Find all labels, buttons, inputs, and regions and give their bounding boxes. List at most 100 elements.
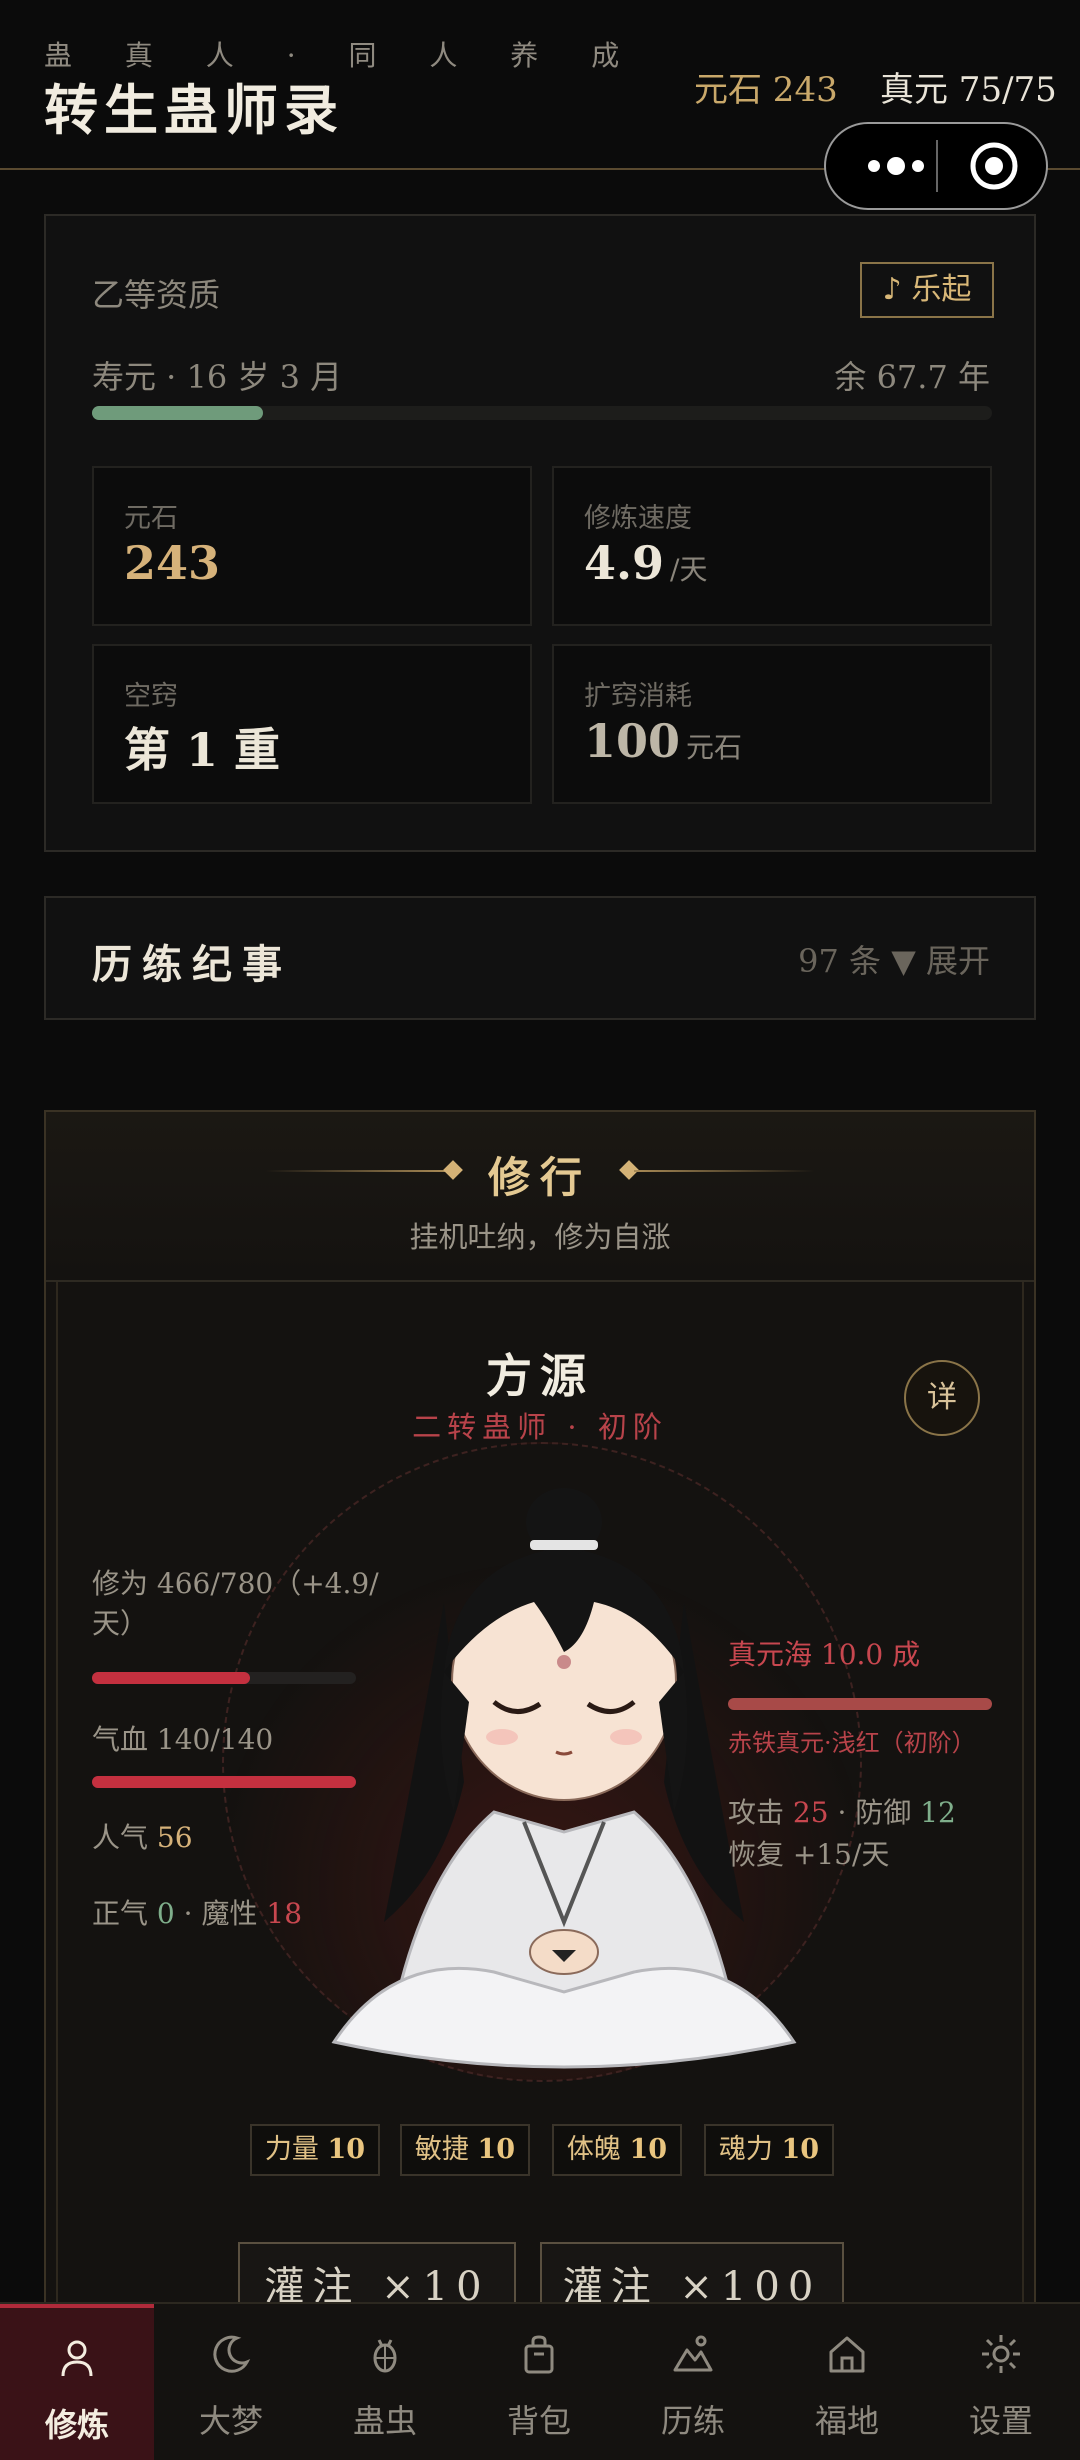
recovery-stat: 恢复 +15/天 [728,1838,890,1871]
lifespan-bar-fill [92,406,263,420]
hp-bar [92,1776,356,1788]
gear-icon [982,2335,1020,2373]
attribute-value: 10 [327,2134,366,2165]
tab-label: 大梦 [198,2402,263,2440]
tab-bag[interactable]: 背包 [462,2304,616,2460]
righteous-value: 0 [156,1897,175,1930]
stat-unit: 元石 [686,731,743,764]
lifespan-text: 寿元 · 16 岁 3 月 [92,358,343,396]
stone-counter: 元石 243 [694,70,838,110]
stat-number: 100 [584,714,681,768]
popularity-label: 人气 [92,1821,149,1854]
stat-label: 修炼速度 [584,503,692,534]
section-subtitle: 挂机吐纳，修为自涨 [409,1220,671,1254]
stat-value: 第 1 重 [124,714,280,780]
tab-adventure[interactable]: 历练 [616,2304,770,2460]
stat-value: 243 [124,536,220,590]
attribute-name: 力量 [264,2134,319,2165]
stat-stone: 元石 243 [92,466,532,626]
journal-card[interactable]: 历练纪事 97 条 ▼ 展开 [44,896,1036,1020]
section-title: 修行 [487,1153,592,1202]
tab-label: 蛊虫 [352,2402,417,2440]
stat-number: 4.9 [584,536,665,590]
stat-expand-cost: 扩窍消耗 100 元石 [552,644,992,804]
demonic-label: 魔性 [201,1897,258,1930]
tab-label: 背包 [506,2402,571,2440]
profile-card: 乙等资质 ♪ 乐起 寿元 · 16 岁 3 月 余 67.7 年 元石 243 … [44,214,1036,852]
defense-label: 防御 [855,1796,912,1829]
bottom-tab-bar: 修炼 大梦 蛊虫 背包 历练 福地 设置 [0,2302,1080,2460]
journal-title: 历练纪事 [92,941,292,988]
person-icon [61,2340,93,2377]
cultivation-header: 修行 挂机吐纳，修为自涨 [46,1112,1034,1282]
stat-label: 空窍 [124,681,178,712]
attribute-value: 10 [629,2134,668,2165]
miniprogram-capsule [824,122,1048,210]
attribute-soul[interactable]: 魂力 10 [704,2124,834,2176]
attribute-name: 敏捷 [414,2134,469,2165]
attack-label: 攻击 [728,1796,785,1829]
mountain-icon [673,2335,713,2372]
stat-value: 100 元石 [584,714,742,768]
tab-label: 修炼 [44,2406,109,2444]
app-title: 转生蛊师录 [44,78,344,142]
moon-icon [213,2335,251,2373]
stat-label: 元石 [124,503,178,534]
qi-counter: 真元 75/75 [880,70,1057,110]
essence-type: 赤铁真元·浅红（初阶） [728,1729,976,1757]
cultivation-bar [92,1672,356,1684]
defense-value: 12 [920,1796,956,1829]
home-icon [829,2336,865,2373]
cultivation-progress-text: 修为 466/780（+4.9/天） [92,1567,379,1640]
essence-sea-bar [728,1698,992,1710]
journal-expand-toggle[interactable]: 97 条 ▼ 展开 [798,936,990,982]
stat-unit: /天 [670,553,708,586]
attribute-name: 体魄 [566,2134,621,2165]
stat-number: 243 [124,536,221,590]
more-icon[interactable] [856,124,936,208]
capsule-divider [936,140,938,192]
attribute-value: 10 [477,2134,516,2165]
stat-aperture: 空窍 第 1 重 [92,644,532,804]
tab-label: 历练 [660,2402,725,2440]
tab-dream[interactable]: 大梦 [154,2304,308,2460]
attribute-name: 魂力 [718,2134,773,2165]
attribute-value: 10 [781,2134,820,2165]
music-button[interactable]: ♪ 乐起 [860,262,994,318]
attribute-agility[interactable]: 敏捷 10 [400,2124,530,2176]
popularity-stat: 人气 56 [92,1818,193,1858]
cultivation-card: 修行 挂机吐纳，修为自涨 方源 二转蛊师 · 初阶 详 修为 466/780（+… [44,1110,1036,2332]
remaining-life: 余 67.7 年 [834,358,990,396]
bug-icon [373,2339,397,2373]
alignment-stat: 正气 0 · 魔性 18 [92,1897,303,1930]
tab-cultivate[interactable]: 修炼 [0,2304,154,2460]
stat-label: 扩窍消耗 [584,681,692,712]
hp-bar-fill [92,1776,356,1788]
essence-sea-text: 真元海 10.0 成 [728,1638,921,1671]
talent-quality: 乙等资质 [92,276,221,314]
stat-speed: 修炼速度 4.9/天 [552,466,992,626]
close-target-icon[interactable] [968,140,1020,192]
tab-blessed-land[interactable]: 福地 [770,2304,924,2460]
attack-value: 25 [792,1796,829,1829]
title-ornament-right [634,1170,814,1172]
combat-stat: 攻击 25 · 防御 12 [728,1796,956,1829]
hp-text: 气血 140/140 [92,1723,274,1756]
tab-settings[interactable]: 设置 [924,2304,1078,2460]
attribute-physique[interactable]: 体魄 10 [552,2124,682,2176]
lifespan-bar [92,406,992,420]
demonic-value: 18 [266,1897,303,1930]
bag-icon [524,2335,554,2374]
stat-number: 第 1 重 [124,723,281,777]
tab-label: 福地 [814,2402,879,2440]
hero-rank: 二转蛊师 · 初阶 [412,1410,668,1444]
stat-value: 4.9/天 [584,536,707,590]
popularity-value: 56 [156,1821,193,1854]
hero-name: 方源 [486,1349,594,1403]
tab-gu[interactable]: 蛊虫 [308,2304,462,2460]
cultivation-bar-fill [92,1672,250,1684]
tab-label: 设置 [968,2402,1033,2440]
righteous-label: 正气 [92,1897,149,1930]
attribute-strength[interactable]: 力量 10 [250,2124,380,2176]
detail-button[interactable]: 详 [904,1360,980,1436]
